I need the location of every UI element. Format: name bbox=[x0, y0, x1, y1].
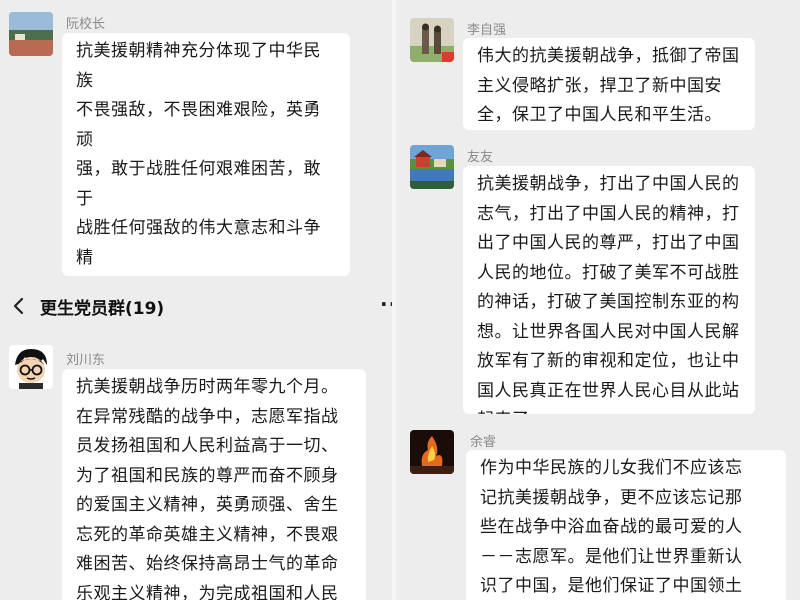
message-bubble[interactable]: 伟大的抗美援朝战争，抵御了帝国 主义侵略扩张，捍卫了新中国安 全，保卫了中国人民… bbox=[463, 38, 755, 130]
group-title: 更生党员群(19) bbox=[40, 299, 165, 319]
avatar-liu[interactable] bbox=[9, 345, 53, 389]
message-bubble[interactable]: 抗美援朝战争历时两年零九个月。 在异常残酷的战争中，志愿军指战 员发扬祖国和人民… bbox=[62, 369, 366, 600]
fire-photo-icon bbox=[410, 430, 454, 474]
chat-header: 更生党员群(19) ·· bbox=[0, 282, 392, 330]
back-arrow-icon[interactable] bbox=[10, 297, 28, 315]
couple-photo-icon bbox=[410, 18, 454, 62]
cartoon-boy-icon bbox=[9, 345, 53, 389]
right-chat-panel: 李自强 伟大的抗美援朝战争，抵御了帝国 主义侵略扩张，捍卫了新中国安 全，保卫了… bbox=[396, 0, 800, 600]
avatar-li[interactable] bbox=[410, 18, 454, 62]
message-bubble[interactable]: 作为中华民族的儿女我们不应该忘 记抗美援朝战争，更不应该忘记那 些在战争中浴血奋… bbox=[466, 450, 786, 600]
avatar-ruan[interactable] bbox=[9, 12, 53, 56]
message-bubble[interactable]: 抗美援朝精神充分体现了中华民族 不畏强敌，不畏困难艰险，英勇顽 强，敢于战胜任何… bbox=[62, 33, 350, 276]
sender-name: 阮校长 bbox=[66, 17, 106, 32]
sender-name: 刘川东 bbox=[66, 353, 106, 368]
left-chat-panel: 阮校长 抗美援朝精神充分体现了中华民族 不畏强敌，不畏困难艰险，英勇顽 强，敢于… bbox=[0, 0, 392, 600]
avatar-yu[interactable] bbox=[410, 430, 454, 474]
sender-name: 李自强 bbox=[467, 23, 507, 38]
village-painting-icon bbox=[410, 145, 454, 189]
sender-name: 余睿 bbox=[470, 435, 497, 450]
message-bubble[interactable]: 抗美援朝战争，打出了中国人民的 志气，打出了中国人民的精神，打 出了中国人民的尊… bbox=[463, 166, 755, 414]
avatar-youyou[interactable] bbox=[410, 145, 454, 189]
more-options-icon[interactable]: ·· bbox=[380, 292, 392, 316]
landscape-photo-icon bbox=[9, 12, 53, 56]
sender-name: 友友 bbox=[467, 150, 494, 165]
